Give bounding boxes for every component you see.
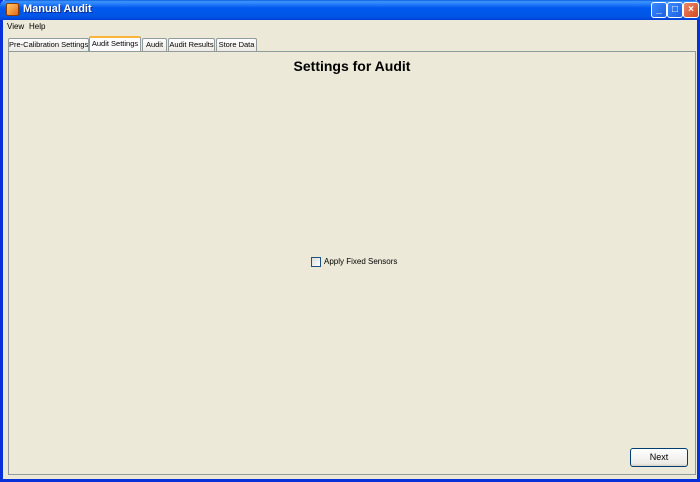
next-button[interactable]: Next [630,448,688,467]
app-icon [6,3,19,16]
menu-bar: View Help [3,20,697,32]
tab-audit-settings[interactable]: Audit Settings [89,36,141,51]
tab-audit-results[interactable]: Audit Results [168,38,215,51]
menu-help[interactable]: Help [29,22,45,31]
tab-panel-audit-settings: Settings for Audit Apply Fixed Sensors N… [8,51,696,475]
close-button[interactable]: × [683,2,699,18]
close-icon: × [688,4,694,15]
minimize-icon: _ [656,4,662,15]
page-title: Settings for Audit [293,58,411,74]
tab-audit[interactable]: Audit [142,38,167,51]
maximize-button[interactable]: □ [667,2,683,18]
app-window: Manual Audit _ □ × View Help Pre-Calibra… [0,0,700,482]
menu-view[interactable]: View [7,22,24,31]
apply-fixed-sensors-checkbox[interactable] [311,257,321,267]
minimize-button[interactable]: _ [651,2,667,18]
window-title: Manual Audit [23,3,92,15]
title-bar[interactable]: Manual Audit _ □ × [0,0,700,20]
tab-store-data[interactable]: Store Data [216,38,257,51]
maximize-icon: □ [671,4,679,15]
apply-fixed-sensors-label[interactable]: Apply Fixed Sensors [324,257,397,266]
tab-pre-calibration-settings[interactable]: Pre-Calibration Settings [8,38,89,51]
